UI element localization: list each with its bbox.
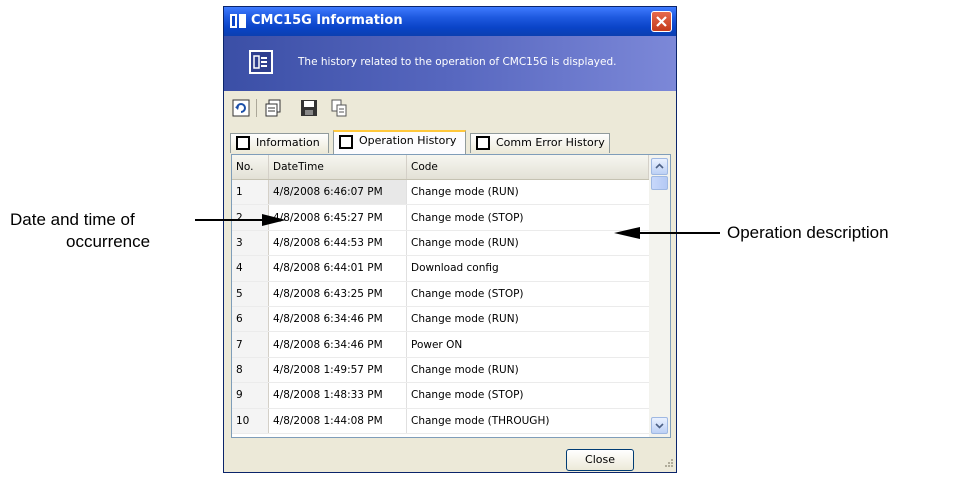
tab-operation-history[interactable]: Operation History bbox=[333, 130, 466, 154]
tab-operation-history-label: Operation History bbox=[359, 134, 457, 147]
arrow-to-code bbox=[614, 227, 720, 239]
arrow-to-datetime bbox=[195, 214, 286, 226]
history-icon bbox=[339, 135, 353, 149]
annotation-arrows bbox=[195, 214, 720, 239]
